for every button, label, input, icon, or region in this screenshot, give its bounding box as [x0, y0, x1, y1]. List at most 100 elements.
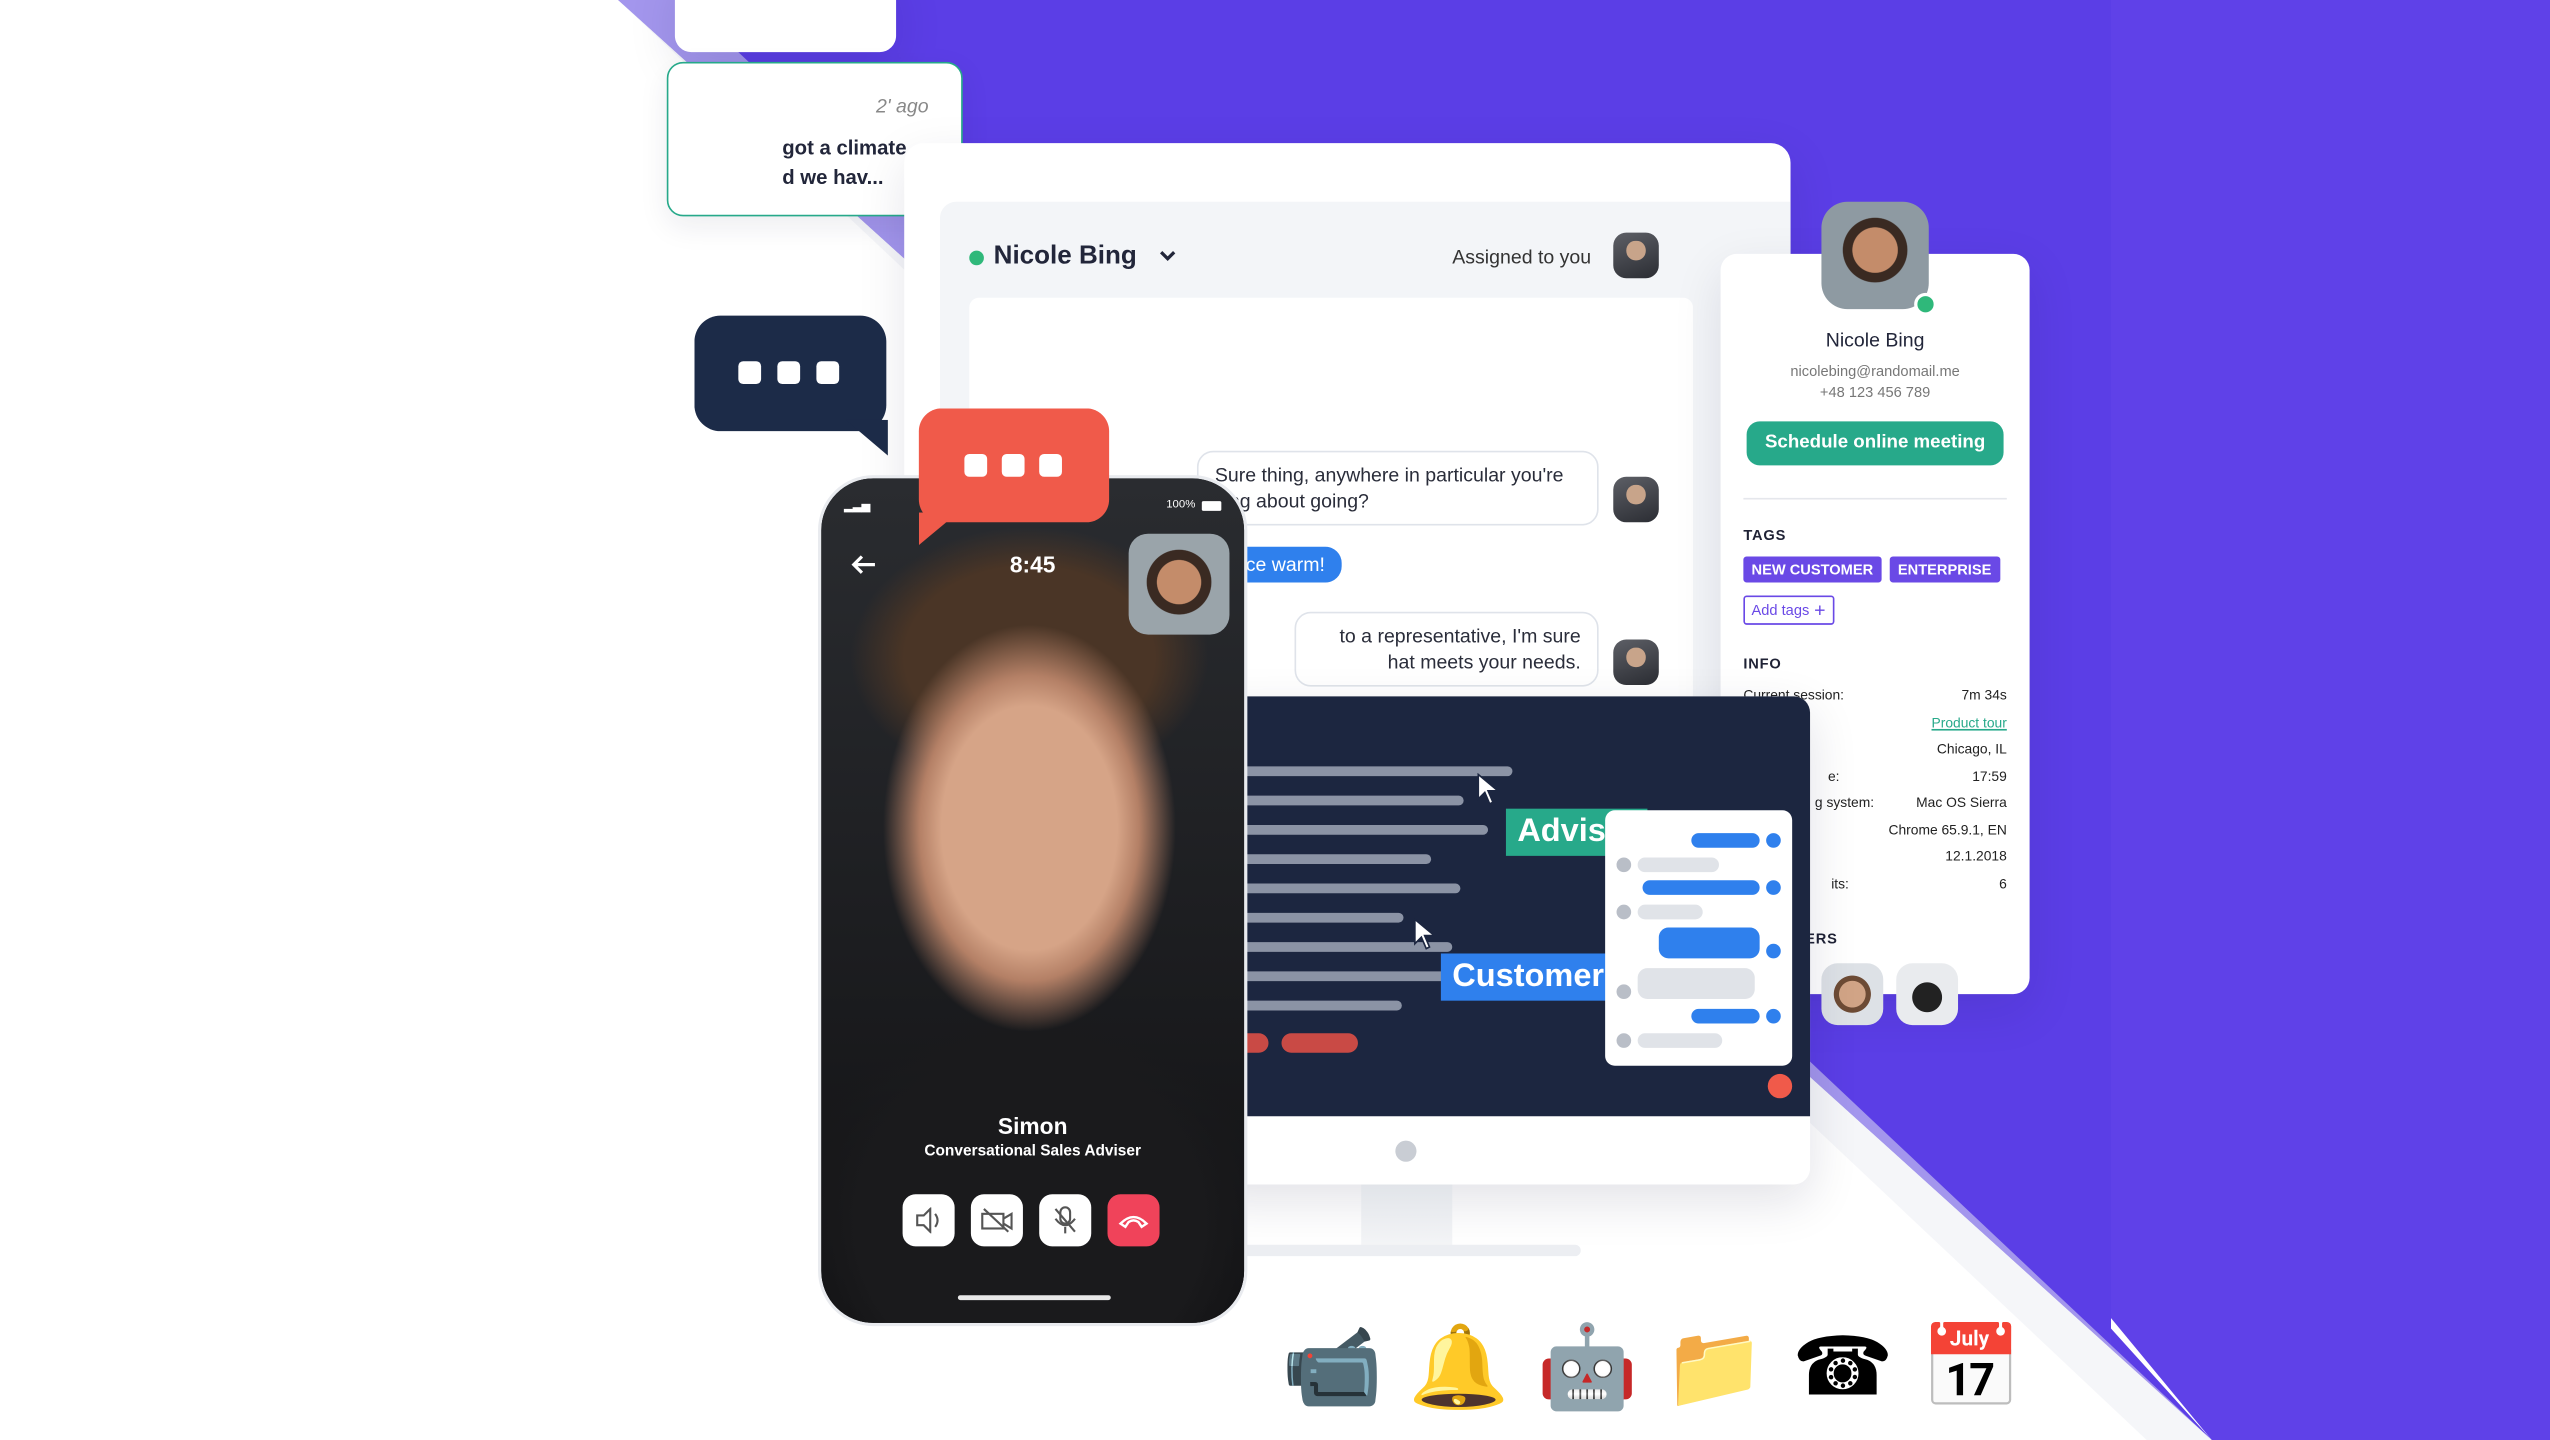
caller-role: Conversational Sales Adviser: [924, 1142, 1142, 1161]
red-pill: [1281, 1033, 1358, 1053]
agent-avatar[interactable]: [1613, 232, 1659, 279]
signal-icon: ▂▃▅: [844, 501, 871, 513]
text-line: [1235, 766, 1513, 777]
phone-video-call: ▂▃▅ 100% 8:45 Simon Conversational Sales…: [818, 475, 1248, 1327]
typing-dot: [1039, 453, 1062, 477]
mini-avatar-dot: [1616, 984, 1632, 1000]
cursor-icon: [1477, 772, 1503, 814]
participant-avatar[interactable]: [1896, 963, 1959, 1026]
mini-avatar-dot: [1766, 833, 1781, 848]
tag-new-customer[interactable]: NEW CUSTOMER: [1743, 556, 1882, 583]
info-value: 17:59: [1972, 768, 2007, 785]
chat-header: Nicole Bing Assigned to you: [969, 228, 1733, 293]
caller-name: Simon: [997, 1112, 1068, 1139]
calendar-icon[interactable]: 📅: [1921, 1318, 2022, 1416]
text-line: [1235, 824, 1489, 835]
online-status-dot: [1914, 292, 1937, 316]
mini-avatar-dot: [1616, 857, 1632, 873]
robot-icon[interactable]: 🤖: [1537, 1318, 1638, 1416]
info-value: 12.1.2018: [1945, 847, 2007, 865]
monitor-screen: Adviser Customer: [1203, 696, 1811, 1117]
tag-enterprise[interactable]: ENTERPRISE: [1889, 556, 2000, 583]
video-off-icon: [981, 1208, 1013, 1233]
mini-bubble: [1637, 1033, 1723, 1048]
chat-message: Sure thing, anywhere in particular you'r…: [1196, 450, 1599, 526]
info-value-link[interactable]: Product tour: [1932, 714, 2007, 730]
monitor-camera-dot: [1395, 1140, 1417, 1162]
participant-avatar[interactable]: [1821, 963, 1884, 1026]
text-line: [1235, 971, 1464, 982]
screen-share-monitor: Adviser Customer: [1203, 696, 1811, 1185]
text-line: [1235, 912, 1404, 923]
record-indicator: [1767, 1073, 1793, 1099]
text-line: [1235, 854, 1432, 865]
info-value: Mac OS Sierra: [1916, 794, 2007, 811]
self-view-thumbnail[interactable]: [1128, 533, 1230, 635]
add-tags-button[interactable]: Add tags +: [1743, 595, 1834, 625]
chat-contact-name[interactable]: Nicole Bing: [994, 242, 1137, 271]
tags-section-title: TAGS: [1743, 527, 1787, 544]
folder-icon[interactable]: 📁: [1664, 1318, 1765, 1416]
schedule-meeting-button[interactable]: Schedule online meeting: [1746, 421, 2004, 466]
top-partial-card: [674, 0, 897, 53]
info-value: 7m 34s: [1961, 686, 2007, 703]
mini-avatar-dot: [1766, 880, 1781, 895]
typing-dot: [816, 361, 840, 385]
notification-time: 2' ago: [876, 94, 929, 118]
online-status-dot: [969, 250, 984, 266]
video-camera-icon[interactable]: 📹: [1282, 1318, 1383, 1416]
info-key: g system:: [1814, 794, 1875, 811]
end-call-button[interactable]: [1107, 1194, 1160, 1247]
typing-bubble-navy: [694, 315, 887, 432]
mini-avatar-dot: [1616, 1033, 1632, 1048]
typing-dot: [1001, 453, 1025, 477]
camera-toggle-button[interactable]: [970, 1194, 1023, 1247]
info-value: Chrome 65.9.1, EN: [1888, 821, 2007, 838]
agent-avatar: [1613, 476, 1659, 523]
speaker-icon: [916, 1207, 939, 1234]
mini-bubble: [1658, 927, 1760, 959]
monitor-base: [1235, 1244, 1581, 1257]
typing-bubble-coral: [918, 408, 1110, 523]
mini-bubble: [1691, 1008, 1760, 1024]
agent-avatar: [1613, 639, 1659, 686]
text-line: [1235, 883, 1461, 894]
bell-icon[interactable]: 🔔: [1408, 1318, 1509, 1416]
divider: [1743, 497, 2007, 500]
mini-chat-window: [1605, 810, 1793, 1066]
speaker-button[interactable]: [902, 1194, 955, 1247]
contact-avatar[interactable]: [1821, 201, 1929, 310]
plus-icon: +: [1814, 598, 1826, 622]
telephone-icon[interactable]: ☎: [1792, 1318, 1893, 1416]
assigned-label: Assigned to you: [1452, 245, 1592, 269]
cursor-icon: [1413, 917, 1439, 959]
text-line: [1235, 1000, 1402, 1011]
customer-label: Customer: [1440, 953, 1616, 1001]
chevron-down-icon[interactable]: [1156, 244, 1179, 275]
mini-avatar-dot: [1766, 1008, 1781, 1024]
mini-avatar-dot: [1766, 943, 1781, 959]
typing-dot: [964, 453, 988, 477]
contact-email[interactable]: nicolebing@randomail.me: [1721, 363, 2030, 379]
battery-icon: [1201, 501, 1222, 511]
info-key: its:: [1831, 875, 1849, 892]
mute-button[interactable]: [1039, 1194, 1092, 1247]
monitor-stand: [1361, 1184, 1453, 1247]
text-line: [1235, 795, 1464, 806]
stage: 2' ago got a climate d we hav... Nicole …: [0, 0, 2550, 1440]
contact-phone[interactable]: +48 123 456 789: [1721, 384, 2030, 400]
typing-dot: [777, 361, 801, 385]
mini-avatar-dot: [1616, 904, 1632, 920]
contact-name: Nicole Bing: [1825, 328, 1925, 352]
home-indicator: [957, 1295, 1111, 1301]
mini-bubble: [1691, 833, 1760, 848]
add-tags-label: Add tags: [1751, 602, 1810, 619]
typing-dot: [738, 361, 762, 385]
info-section-title: INFO: [1743, 655, 1782, 673]
info-key: e:: [1827, 768, 1840, 785]
mini-bubble: [1637, 968, 1755, 1000]
mini-bubble: [1637, 857, 1719, 873]
mini-bubble: [1642, 880, 1760, 895]
mic-off-icon: [1054, 1206, 1076, 1234]
purple-right-panel: [2110, 0, 2550, 1440]
